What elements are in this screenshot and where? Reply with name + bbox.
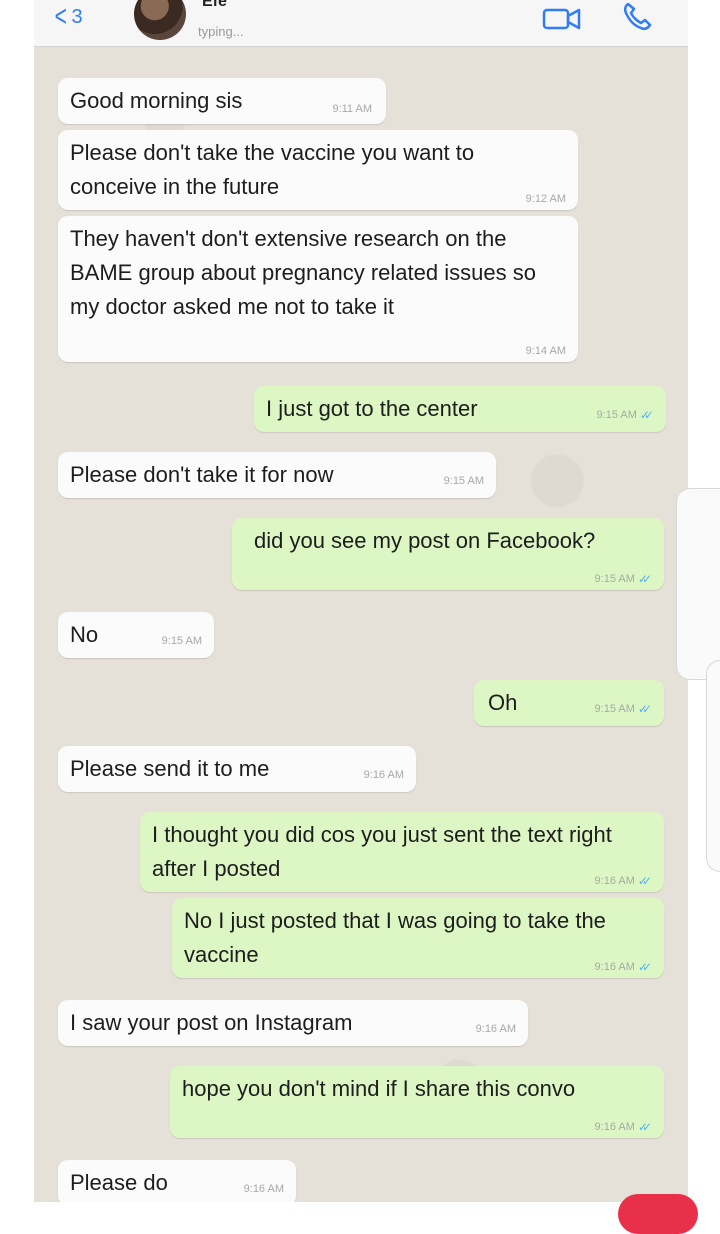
double-check-icon: ✓✓	[637, 702, 652, 716]
unread-count: 3	[71, 5, 83, 28]
message-meta: 9:15 AM ✓✓	[594, 572, 653, 586]
message-text: I saw your post on Instagram	[70, 1010, 353, 1035]
message-time: 9:15 AM	[594, 573, 635, 585]
message-time: 9:16 AM	[363, 769, 404, 781]
message-meta: 9:16 AM ✓✓	[594, 960, 653, 974]
message-bubble-outgoing[interactable]: did you see my post on Facebook? 9:15 AM…	[232, 518, 664, 590]
message-bubble-incoming[interactable]: Please send it to me 9:16 AM	[58, 746, 416, 792]
chat-header: < 3 Efe typing...	[34, 0, 688, 47]
message-bubble-incoming[interactable]: Please don't take the vaccine you want t…	[58, 130, 578, 210]
double-check-icon: ✓✓	[637, 874, 652, 888]
phone-icon[interactable]	[620, 0, 654, 34]
chevron-left-icon: <	[54, 0, 67, 33]
message-meta: 9:16 AM ✓✓	[594, 1120, 653, 1134]
message-meta: 9:15 AM ✓✓	[594, 702, 653, 716]
message-text: Please don't take it for now	[70, 462, 334, 487]
message-meta: 9:15 AM ✓✓	[596, 408, 655, 422]
message-time: 9:15 AM	[443, 475, 484, 487]
message-time: 9:16 AM	[594, 1121, 635, 1133]
message-bubble-incoming[interactable]: I saw your post on Instagram 9:16 AM	[58, 1000, 528, 1046]
message-time: 9:16 AM	[594, 961, 635, 973]
message-time: 9:16 AM	[243, 1183, 284, 1195]
double-check-icon: ✓✓	[637, 572, 652, 586]
message-bubble-outgoing[interactable]: Oh 9:15 AM ✓✓	[474, 680, 664, 726]
message-bubble-outgoing[interactable]: hope you don't mind if I share this conv…	[170, 1066, 664, 1138]
message-time: 9:15 AM	[594, 703, 635, 715]
message-time: 9:16 AM	[594, 875, 635, 887]
message-text: did you see my post on Facebook?	[254, 528, 596, 553]
double-check-icon: ✓✓	[639, 408, 654, 422]
message-bubble-outgoing[interactable]: I just got to the center 9:15 AM ✓✓	[254, 386, 666, 432]
message-bubble-outgoing[interactable]: No I just posted that I was going to tak…	[172, 898, 664, 978]
contact-status: typing...	[198, 24, 244, 39]
message-time: 9:11 AM	[332, 103, 372, 115]
message-text: Please send it to me	[70, 756, 270, 781]
double-check-icon: ✓✓	[637, 1120, 652, 1134]
video-camera-icon[interactable]	[542, 4, 582, 34]
message-bubble-incoming[interactable]: Good morning sis 9:11 AM	[58, 78, 386, 124]
message-text: Please don't take the vaccine you want t…	[70, 140, 481, 199]
message-time: 9:14 AM	[525, 345, 566, 357]
message-bubble-incoming[interactable]: They haven't don't extensive research on…	[58, 216, 578, 362]
message-bubble-incoming[interactable]: No 9:15 AM	[58, 612, 214, 658]
chat-screen: < 3 Efe typing... Good morning sis 9:11 …	[34, 0, 688, 1202]
message-text: They haven't don't extensive research on…	[70, 226, 543, 319]
back-button[interactable]: < 3	[52, 2, 83, 32]
message-text: I thought you did cos you just sent the …	[152, 822, 618, 881]
message-time: 9:15 AM	[161, 635, 202, 647]
double-check-icon: ✓✓	[637, 960, 652, 974]
message-time: 9:16 AM	[475, 1023, 516, 1035]
contact-name[interactable]: Efe	[202, 0, 227, 11]
message-time: 9:15 AM	[596, 409, 637, 421]
message-meta: 9:16 AM ✓✓	[594, 874, 653, 888]
overlay-panel-edge	[676, 488, 720, 680]
message-bubble-outgoing[interactable]: I thought you did cos you just sent the …	[140, 812, 664, 892]
avatar[interactable]	[134, 0, 186, 40]
message-text: Good morning sis	[70, 88, 243, 113]
message-time: 9:12 AM	[525, 193, 566, 205]
message-text: hope you don't mind if I share this conv…	[182, 1076, 576, 1101]
message-text: No I just posted that I was going to tak…	[184, 908, 613, 967]
overlay-panel-edge	[706, 660, 720, 872]
message-bubble-incoming[interactable]: Please don't take it for now 9:15 AM	[58, 452, 496, 498]
message-bubble-incoming[interactable]: Please do 9:16 AM	[58, 1160, 296, 1202]
floating-action-button[interactable]	[618, 1194, 698, 1234]
